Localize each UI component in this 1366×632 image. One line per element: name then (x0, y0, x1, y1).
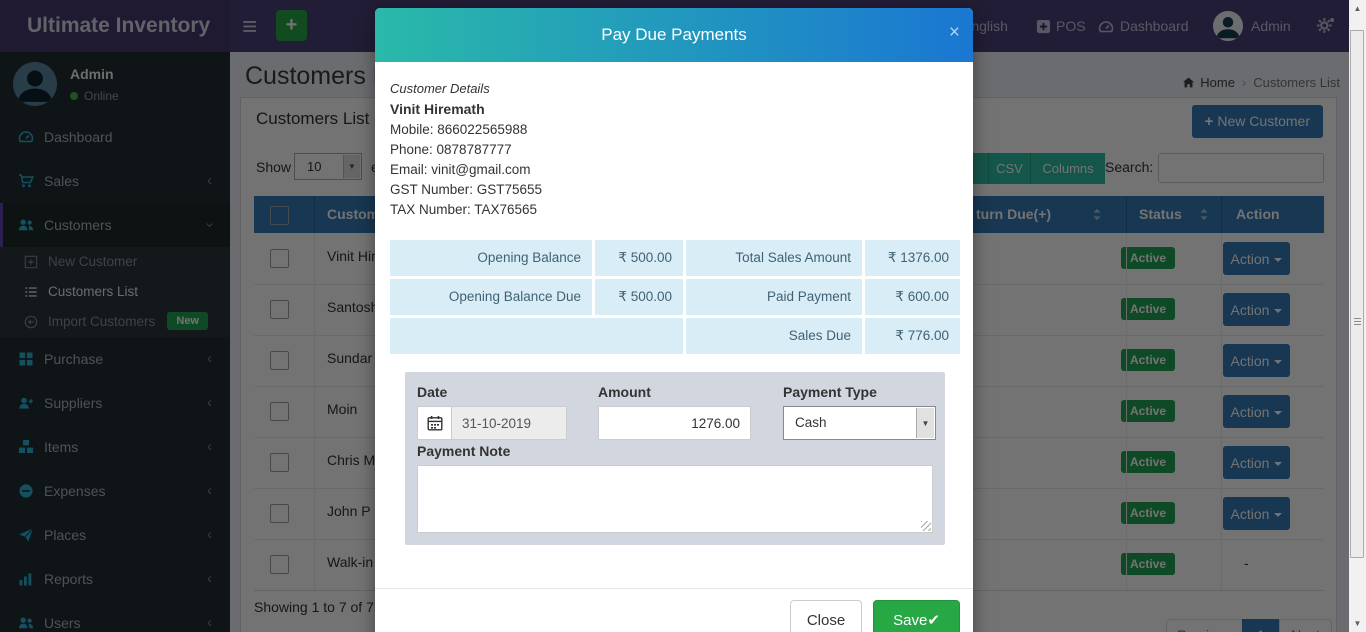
modal-title: Pay Due Payments (375, 8, 973, 62)
amount-input[interactable] (598, 406, 751, 440)
close-icon[interactable]: × (949, 23, 960, 42)
customer-tax: TAX Number: TAX76565 (390, 202, 537, 217)
payment-type-select[interactable]: Cash ▼ (783, 406, 936, 440)
balance-label: Sales Due (686, 318, 862, 354)
balance-value: ₹ 1376.00 (865, 240, 960, 276)
check-icon: ✔ (927, 612, 940, 629)
browser-scrollbar[interactable]: ▲ ▼ (1349, 0, 1366, 632)
scroll-up-arrow[interactable]: ▲ (1349, 0, 1366, 17)
balance-label: Opening Balance Due (390, 279, 592, 315)
amount-label: Amount (598, 384, 651, 400)
balance-empty-cell (390, 318, 683, 354)
customer-mobile: Mobile: 866022565988 (390, 122, 527, 137)
customer-details-label: Customer Details (390, 81, 490, 96)
app-root: Ultimate Inventory ≡ + English POS Dashb… (0, 0, 1366, 632)
balance-label: Opening Balance (390, 240, 592, 276)
customer-gst: GST Number: GST75655 (390, 182, 542, 197)
balance-label: Total Sales Amount (686, 240, 862, 276)
modal-footer-divider (375, 588, 973, 589)
payment-note-textarea[interactable] (417, 465, 933, 533)
calendar-button[interactable] (417, 406, 452, 440)
balance-value: ₹ 776.00 (865, 318, 960, 354)
scrollbar-thumb[interactable] (1350, 30, 1364, 558)
pay-due-payments-modal: Pay Due Payments × Customer Details Vini… (375, 8, 973, 632)
thumb-grip (1354, 318, 1361, 319)
payment-type-label: Payment Type (783, 384, 877, 400)
save-button[interactable]: Save✔ (873, 600, 960, 632)
balance-value: ₹ 500.00 (595, 279, 683, 315)
payment-note-label: Payment Note (417, 443, 510, 459)
date-label: Date (417, 384, 447, 400)
date-input[interactable] (451, 406, 567, 440)
payment-form-panel: Date Amount Payment Type Cash ▼ Payment … (405, 372, 945, 545)
balance-value: ₹ 600.00 (865, 279, 960, 315)
select-arrow-icon: ▼ (916, 408, 934, 438)
resize-grip[interactable] (921, 521, 931, 531)
close-button[interactable]: Close (790, 600, 862, 632)
balance-label: Paid Payment (686, 279, 862, 315)
modal-header: Pay Due Payments × (375, 8, 973, 62)
balance-value: ₹ 500.00 (595, 240, 683, 276)
scroll-down-arrow[interactable]: ▼ (1349, 615, 1366, 632)
customer-email: Email: vinit@gmail.com (390, 162, 530, 177)
customer-phone: Phone: 0878787777 (390, 142, 512, 157)
modal-customer-name: Vinit Hiremath (390, 101, 485, 117)
calendar-icon (427, 415, 443, 431)
